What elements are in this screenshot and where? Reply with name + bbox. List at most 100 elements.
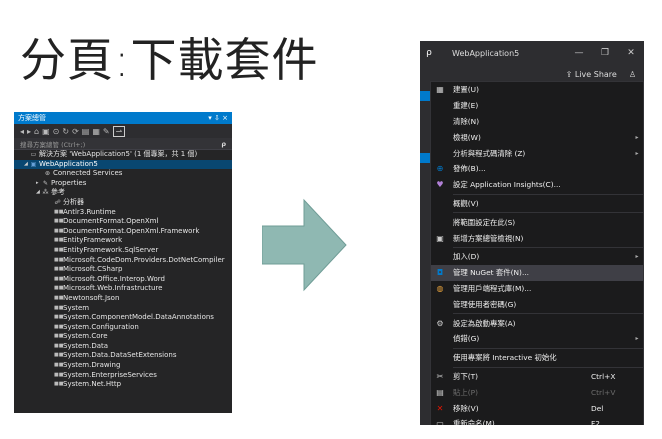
properties-node[interactable]: ▸ ✎ Properties <box>14 179 232 189</box>
menu-item[interactable]: ⚙ 設定為啟動專案(A) <box>431 315 643 331</box>
menu-item[interactable]: ◍ 管理用戶端程式庫(M)... <box>431 281 643 297</box>
reference-item[interactable]: ■■ Newtonsoft.Json <box>14 294 232 304</box>
assembly-icon: ■■ <box>54 246 64 253</box>
menu-item[interactable]: 清除(N) <box>431 114 643 130</box>
analyzers-node[interactable]: ☍ 分析器 <box>14 198 232 208</box>
menu-separator <box>453 193 643 195</box>
close-icon[interactable]: ✕ <box>618 48 644 58</box>
reference-item[interactable]: ■■ System.Drawing <box>14 361 232 371</box>
menu-item-label: 貼上(P) <box>453 387 479 397</box>
reference-item[interactable]: ■■ System <box>14 304 232 314</box>
preview-icon[interactable]: ⇀ <box>112 125 126 137</box>
menu-item[interactable]: ♥ 設定 Application Insights(C)... <box>431 177 643 193</box>
menu-item[interactable]: 重建(E) <box>431 98 643 114</box>
assembly-icon: ■■ <box>54 218 64 225</box>
reference-item[interactable]: ■■ System.Net.Http <box>14 380 232 390</box>
show-all-files-icon[interactable]: ▦ <box>92 127 100 136</box>
reference-item[interactable]: ■■ Microsoft.Web.Infrastructure <box>14 284 232 294</box>
menu-item[interactable]: 檢視(W) ▸ <box>431 129 643 145</box>
account-icon[interactable]: ♙ <box>629 70 636 79</box>
menu-item[interactable]: 偵錯(G) ▸ <box>431 331 643 347</box>
menu-item-shortcut: Del <box>591 403 604 413</box>
publish-icon: ⊕ <box>436 164 444 174</box>
wrench-icon: ✎ <box>42 179 49 187</box>
menu-item-label: 移除(V) <box>453 403 479 413</box>
switch-views-icon[interactable]: ▣ <box>42 127 50 136</box>
solution-search-box[interactable]: 搜尋方案總管 (Ctrl+;) ρ <box>14 138 232 150</box>
reference-label: System.Core <box>63 332 108 341</box>
slide-title: 分頁:下載套件 <box>20 33 319 87</box>
reference-item[interactable]: ■■ EntityFramework.SqlServer <box>14 246 232 256</box>
home-icon[interactable]: ⌂ <box>34 127 39 136</box>
menu-item[interactable]: 分析與程式碼清除 (Z) ▸ <box>431 145 643 161</box>
reference-label: System.Data.DataSetExtensions <box>63 351 177 360</box>
reference-item[interactable]: ■■ System.Data <box>14 342 232 352</box>
pending-changes-icon[interactable]: ⊙ <box>53 127 60 136</box>
reference-item[interactable]: ■■ DocumentFormat.OpenXml <box>14 217 232 227</box>
menu-item[interactable]: 使用專案將 Interactive 初始化 <box>431 350 643 366</box>
refresh-icon[interactable]: ⟳ <box>72 127 79 136</box>
menu-item[interactable]: 概觀(V) <box>431 196 643 212</box>
reference-item[interactable]: ■■ System.ComponentModel.DataAnnotations <box>14 313 232 323</box>
live-share-button[interactable]: ⇪ Live Share <box>566 70 617 79</box>
menu-item-label: 偵錯(G) <box>453 334 480 344</box>
menu-item[interactable]: ⊕ 發佈(B)... <box>431 161 643 177</box>
menu-item[interactable]: 將範圍設定在此(S) <box>431 214 643 230</box>
sync-icon[interactable]: ↻ <box>62 127 69 136</box>
menu-item[interactable]: ✂ 剪下(T) Ctrl+X <box>431 369 643 385</box>
analyzers-label: 分析器 <box>63 197 84 206</box>
menu-item[interactable]: ▤ 貼上(P) Ctrl+V <box>431 384 643 400</box>
reference-label: EntityFramework <box>63 236 123 245</box>
reference-item[interactable]: ■■ Microsoft.CSharp <box>14 265 232 275</box>
menu-item-label: 重建(E) <box>453 101 479 111</box>
collapse-all-icon[interactable]: ▤ <box>82 127 90 136</box>
reference-list: ■■ Antlr3.Runtime ■■ DocumentFormat.OpenXml… <box>14 208 232 390</box>
assembly-icon: ■■ <box>54 285 64 292</box>
reference-item[interactable]: ■■ System.Configuration <box>14 323 232 333</box>
reference-item[interactable]: ■■ Microsoft.Office.Interop.Word <box>14 275 232 285</box>
reference-label: System.Data <box>63 341 109 350</box>
panel-controls[interactable]: ▾ ⇩ × <box>208 114 228 122</box>
left-tool-strip <box>420 83 430 425</box>
minimize-icon[interactable]: — <box>566 48 592 58</box>
menu-item-shortcut: Ctrl+V <box>591 387 616 397</box>
reference-label: Newtonsoft.Json <box>63 293 120 302</box>
context-menu: ▦ 建置(U) 重建(E) 清除(N) 檢視(W) ▸ 分析與程式碼清除 (Z) ▸ ⊕ 發佈(B… <box>430 81 644 425</box>
submenu-chevron-icon: ▸ <box>635 253 639 261</box>
menu-item[interactable]: ▭ 重新命名(M) F2 <box>431 416 643 425</box>
menu-item-label: 將範圍設定在此(S) <box>453 217 516 227</box>
references-node[interactable]: ◢ ⁂ 參考 <box>14 188 232 198</box>
menu-item[interactable]: ◘ 管理 NuGet 套件(N)... <box>431 264 643 281</box>
reference-item[interactable]: ■■ Antlr3.Runtime <box>14 208 232 218</box>
reference-label: Microsoft.Web.Infrastructure <box>63 284 163 293</box>
search-icon[interactable]: ρ <box>420 48 438 58</box>
reference-item[interactable]: ■■ System.Core <box>14 332 232 342</box>
reference-item[interactable]: ■■ EntityFramework <box>14 236 232 246</box>
reference-label: Microsoft.CSharp <box>63 265 123 274</box>
reference-item[interactable]: ■■ System.Data.DataSetExtensions <box>14 351 232 361</box>
assembly-icon: ■■ <box>54 333 64 340</box>
assembly-icon: ■■ <box>54 323 64 330</box>
gear-icon: ⚙ <box>436 318 444 328</box>
project-node[interactable]: ◢ ▣ WebApplication5 <box>14 159 232 170</box>
search-icon[interactable]: ρ <box>221 140 226 148</box>
menu-item[interactable]: ▦ 建置(U) <box>431 82 643 98</box>
reference-item[interactable]: ■■ Microsoft.CodeDom.Providers.DotNetComp… <box>14 256 232 266</box>
assembly-icon: ■■ <box>54 362 64 369</box>
forward-icon[interactable]: ▸ <box>27 127 31 136</box>
reference-label: DocumentFormat.OpenXml <box>63 217 159 226</box>
menu-item[interactable]: ▣ 新增方案總管檢視(N) <box>431 230 643 246</box>
properties-wrench-icon[interactable]: ✎ <box>103 127 110 136</box>
solution-node[interactable]: ▭ 解決方案 'WebApplication5' (1 個專案，共 1 個) <box>14 150 232 160</box>
menu-item[interactable]: 加入(D) ▸ <box>431 249 643 265</box>
back-icon[interactable]: ◂ <box>20 127 24 136</box>
active-tool-marker <box>420 91 430 101</box>
reference-item[interactable]: ■■ System.EnterpriseServices <box>14 371 232 381</box>
menu-item[interactable]: ✕ 移除(V) Del <box>431 400 643 416</box>
maximize-icon[interactable]: ❐ <box>592 48 618 58</box>
connected-services-node[interactable]: ⊛ Connected Services <box>14 169 232 179</box>
menu-item[interactable]: 管理使用者密碼(G) <box>431 296 643 312</box>
menu-item-label: 重新命名(M) <box>453 419 495 425</box>
menu-separator <box>453 212 643 214</box>
reference-item[interactable]: ■■ DocumentFormat.OpenXml.Framework <box>14 227 232 237</box>
